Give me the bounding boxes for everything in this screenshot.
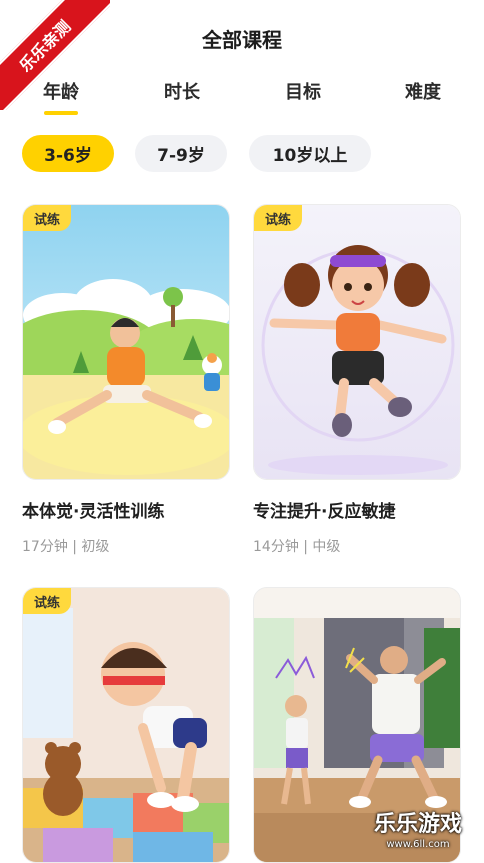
girl-jumping-illustration [254,205,460,479]
chip-age-7-9[interactable]: 7-9岁 [135,135,227,172]
tab-label: 目标 [285,82,321,103]
tab-goal[interactable]: 目标 [263,78,343,104]
corner-ribbon: 乐乐亲测 [0,0,110,110]
tab-difficulty[interactable]: 难度 [383,78,463,104]
course-thumbnail: 试练 [22,204,230,480]
chip-age-10-plus[interactable]: 10岁以上 [249,135,371,172]
chip-age-3-6[interactable]: 3-6岁 [22,135,114,172]
course-title: 专注提升·反应敏捷 [253,502,396,522]
tab-label: 时长 [164,82,200,103]
trial-badge: 试练 [23,588,71,614]
active-tab-indicator [44,111,78,115]
boy-stretching-illustration [23,588,229,862]
course-card[interactable]: 试练 [253,204,461,556]
course-thumbnail: 试练 [22,587,230,863]
course-title: 本体觉·灵活性训练 [22,502,165,522]
tab-duration[interactable]: 时长 [142,78,222,104]
site-watermark: 乐乐游戏 www.6ll.com [358,812,478,856]
course-meta: 17分钟 | 初级 [22,539,110,555]
trial-badge: 试练 [23,205,71,231]
course-meta: 14分钟 | 中级 [253,539,341,555]
corner-ribbon-text: 乐乐亲测 [0,0,110,110]
tab-label: 难度 [405,82,441,103]
watermark-text: 乐乐游戏 [373,812,462,837]
course-card[interactable]: 试练 [22,204,230,556]
course-card[interactable]: 试练 [22,587,230,863]
kid-sitting-illustration [23,205,229,479]
course-thumbnail: 试练 [253,204,461,480]
watermark-url: www.6ll.com [386,839,450,850]
trial-badge: 试练 [254,205,302,231]
